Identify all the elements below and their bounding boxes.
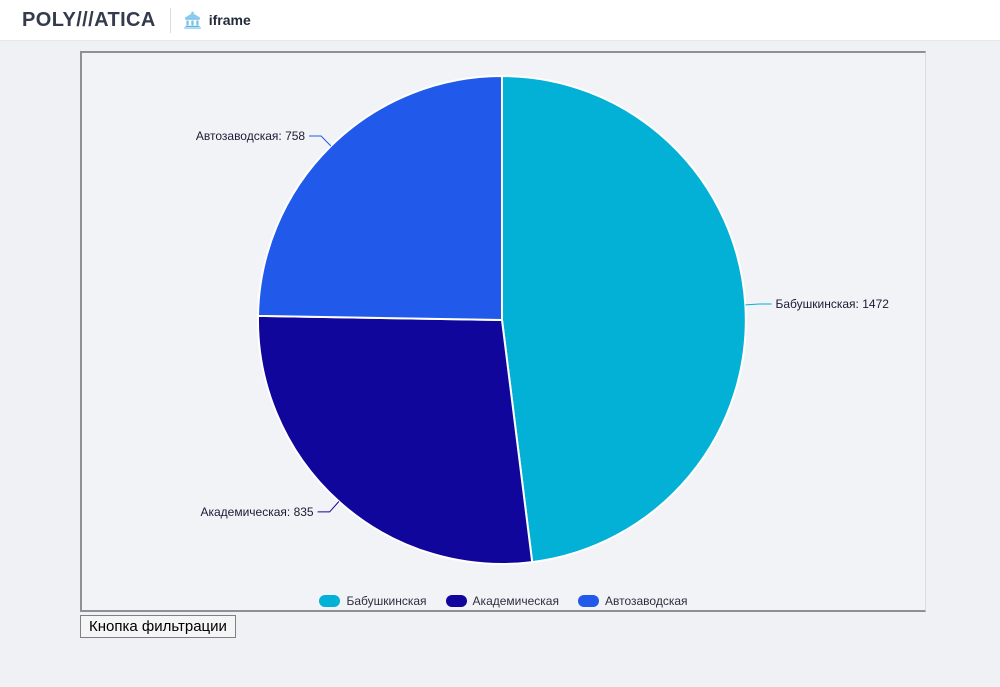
- legend-swatch-2: [578, 595, 599, 607]
- pie-slice-0[interactable]: [502, 76, 746, 562]
- pie-slice-2[interactable]: [258, 76, 502, 320]
- iframe-chart-panel: Бабушкинская: 1472 Академическая: 835 Авто…: [80, 51, 926, 612]
- legend-label-1: Академическая: [473, 594, 559, 608]
- pie-data-label-2: Автозаводская: 758: [196, 129, 306, 143]
- pie-label-leader-1: [318, 502, 339, 512]
- legend-item-1[interactable]: Академическая: [446, 594, 559, 608]
- pie-label-leader-2: [309, 136, 331, 146]
- app-header: POLY///ATICA iframe: [0, 0, 1000, 41]
- legend-item-0[interactable]: Бабушкинская: [319, 594, 426, 608]
- legend-swatch-1: [446, 595, 467, 607]
- pie-label-leader-0: [746, 304, 772, 305]
- header-divider: [170, 8, 171, 33]
- pie-slice-1[interactable]: [258, 316, 532, 564]
- legend-item-2[interactable]: Автозаводская: [578, 594, 688, 608]
- legend-label-2: Автозаводская: [605, 594, 688, 608]
- chart-legend: Бабушкинская Академическая Автозаводская: [82, 594, 925, 608]
- pie-chart[interactable]: Бабушкинская: 1472 Академическая: 835 Авто…: [82, 53, 925, 610]
- legend-label-0: Бабушкинская: [346, 594, 426, 608]
- page-title: iframe: [209, 12, 251, 28]
- bank-icon: [183, 11, 202, 29]
- filter-button[interactable]: Кнопка фильтрации: [80, 615, 236, 638]
- polymatica-logo: POLY///ATICA: [22, 9, 156, 32]
- pie-data-label-1: Академическая: 835: [200, 505, 313, 519]
- legend-swatch-0: [319, 595, 340, 607]
- pie-data-label-0: Бабушкинская: 1472: [776, 297, 890, 311]
